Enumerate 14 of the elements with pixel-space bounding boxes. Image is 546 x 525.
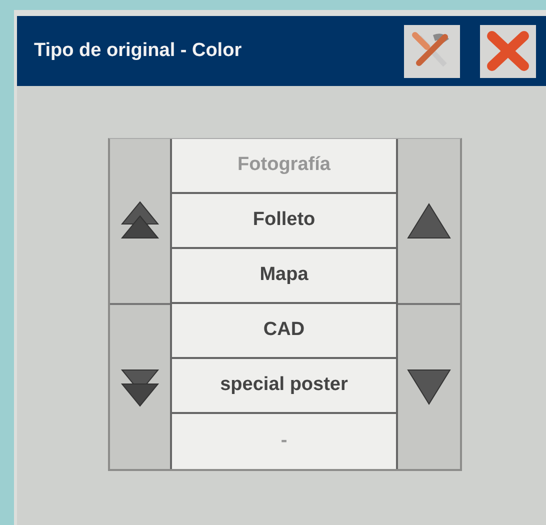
scroll-down-button[interactable]: [398, 305, 460, 469]
close-icon: [486, 30, 530, 72]
page-down-button[interactable]: [110, 305, 170, 469]
option-item[interactable]: Folleto: [172, 194, 396, 249]
close-button[interactable]: [480, 24, 536, 78]
up-arrow-icon: [406, 201, 452, 241]
down-arrow-icon: [406, 367, 452, 407]
option-item[interactable]: Mapa: [172, 249, 396, 304]
option-item[interactable]: special poster: [172, 359, 396, 414]
window-title: Tipo de original - Color: [34, 38, 243, 63]
scroll-up-button[interactable]: [398, 139, 460, 305]
option-item[interactable]: CAD: [172, 304, 396, 359]
settings-button[interactable]: [404, 24, 460, 78]
page-up-button[interactable]: [110, 139, 170, 305]
